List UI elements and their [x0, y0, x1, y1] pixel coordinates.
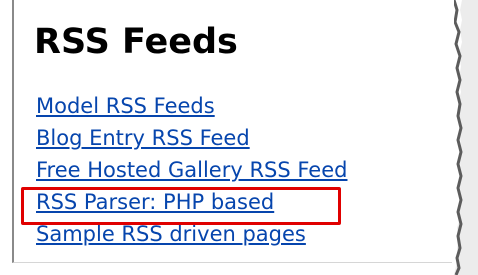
cropped-text-fragment [28, 264, 458, 273]
rss-feeds-heading: RSS Feeds [34, 22, 238, 62]
rss-links-list: Model RSS Feeds Blog Entry RSS Feed Free… [36, 90, 446, 250]
link-free-hosted-gallery-rss-feed[interactable]: Free Hosted Gallery RSS Feed [36, 154, 446, 186]
link-rss-parser-php-based[interactable]: RSS Parser: PHP based [36, 186, 446, 218]
link-model-rss-feeds[interactable]: Model RSS Feeds [36, 90, 446, 122]
link-blog-entry-rss-feed[interactable]: Blog Entry RSS Feed [36, 122, 446, 154]
link-sample-rss-driven-pages[interactable]: Sample RSS driven pages [36, 218, 446, 250]
torn-edge-shadow [454, 0, 478, 275]
screenshot-frame: RSS Feeds Model RSS Feeds Blog Entry RSS… [0, 0, 478, 275]
